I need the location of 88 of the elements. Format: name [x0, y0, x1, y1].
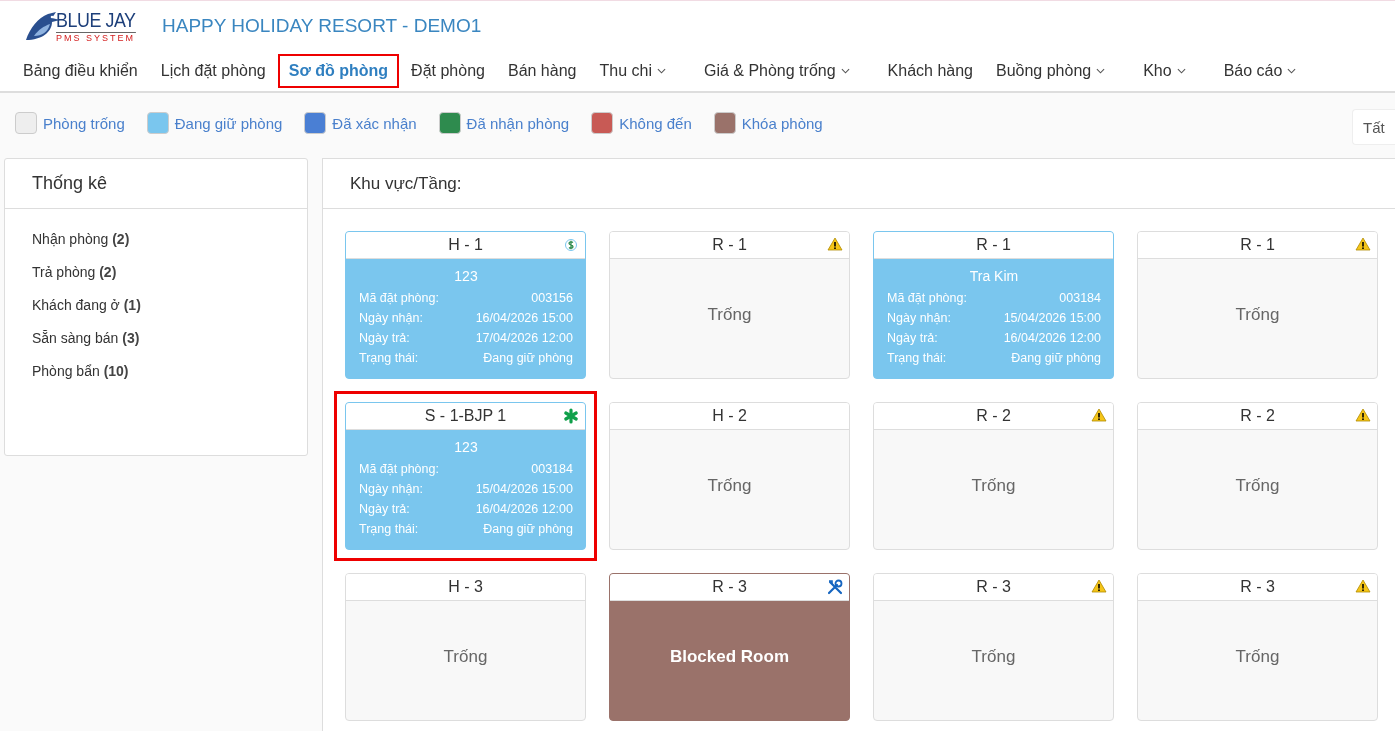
- room-card[interactable]: R - 1 Tra Kim Mã đặt phòng: 003184 Ngày nhận: 15/04/2026 15:00 Ngày trả: 16/04/2026 12:00 Trạng thái: Đang giữ phòng: [873, 231, 1114, 379]
- detail-label: Mã đặt phòng:: [359, 290, 439, 307]
- nav-item[interactable]: Khách hàng: [876, 54, 984, 88]
- room-name: R - 1: [1240, 236, 1275, 254]
- room-name: R - 1: [712, 236, 747, 254]
- room-status: Trống: [1235, 646, 1280, 667]
- room-name: R - 3: [712, 578, 747, 596]
- legend-label: Đã xác nhận: [332, 114, 417, 132]
- legend-label: Phòng trống: [43, 114, 125, 132]
- room-card[interactable]: R - 1 Trống: [1137, 231, 1378, 379]
- detail-value: Đang giữ phòng: [483, 521, 573, 538]
- detail-value: 16/04/2026 12:00: [475, 501, 573, 518]
- detail-label: Trạng thái:: [359, 521, 419, 538]
- room-status: Trống: [1235, 304, 1280, 325]
- detail-value: 15/04/2026 15:00: [475, 481, 573, 498]
- detail-label: Ngày trả:: [359, 501, 410, 518]
- nav-item[interactable]: Sơ đồ phòng: [277, 54, 400, 88]
- stat-link[interactable]: Phòng bẩn (10): [32, 363, 307, 379]
- detail-value: 17/04/2026 12:00: [475, 330, 573, 347]
- detail-value: 003156: [531, 290, 573, 307]
- logo-name: BLUE JAY: [56, 8, 136, 33]
- room-card[interactable]: R - 3 Blocked Room: [609, 573, 850, 721]
- detail-label: Trạng thái:: [359, 350, 419, 367]
- room-name: R - 3: [1240, 578, 1275, 596]
- detail-value: 16/04/2026 12:00: [1003, 330, 1101, 347]
- room-status: Blocked Room: [670, 646, 789, 667]
- stat-link[interactable]: Nhận phòng (2): [32, 231, 307, 247]
- detail-label: Trạng thái:: [887, 350, 947, 367]
- room-name: R - 1: [976, 236, 1011, 254]
- guest-name: 123: [453, 268, 479, 284]
- room-name: R - 2: [976, 407, 1011, 425]
- nav-item[interactable]: Lịch đặt phòng: [149, 54, 277, 88]
- stat-link[interactable]: Trả phòng (2): [32, 264, 307, 280]
- logo-tagline: PMS SYSTEM: [56, 33, 136, 44]
- nav-item[interactable]: Báo cáo: [1212, 54, 1308, 88]
- nav-item[interactable]: Đặt phòng: [400, 54, 496, 88]
- room-name: S - 1-BJP 1: [424, 407, 507, 425]
- stat-link[interactable]: Sẵn sàng bán (3): [32, 330, 307, 346]
- room-card[interactable]: R - 2 Trống: [1137, 402, 1378, 550]
- detail-label: Ngày trả:: [359, 330, 410, 347]
- room-card[interactable]: R - 2 Trống: [873, 402, 1114, 550]
- detail-value: Đang giữ phòng: [483, 350, 573, 367]
- detail-value: 003184: [531, 461, 573, 478]
- legend-label: Khóa phòng: [741, 114, 823, 132]
- nav-item[interactable]: Buồng phòng: [985, 54, 1117, 88]
- detail-value: 15/04/2026 15:00: [1003, 310, 1101, 327]
- room-card[interactable]: R - 3 Trống: [1137, 573, 1378, 721]
- room-name: H - 1: [448, 236, 483, 254]
- detail-value: Đang giữ phòng: [1011, 350, 1101, 367]
- nav-item[interactable]: Bảng điều khiển: [12, 54, 149, 88]
- room-status: Trống: [707, 475, 752, 496]
- nav-item[interactable]: Thu chi: [588, 54, 677, 88]
- room-card[interactable]: H - 1 123 Mã đặt phòng: 003156 Ngày nhận: 16/04/2026 15:00 Ngày trả: 17/04/2026 12:00 Trạng thái: Đang giữ phòng: [345, 231, 586, 379]
- room-card[interactable]: R - 3 Trống: [873, 573, 1114, 721]
- room-status: Trống: [1235, 475, 1280, 496]
- guest-name: Tra Kim: [968, 268, 1020, 284]
- guest-name: 123: [453, 439, 479, 455]
- room-name: R - 2: [1240, 407, 1275, 425]
- room-status: Trống: [971, 475, 1016, 496]
- detail-label: Ngày nhận:: [359, 481, 423, 498]
- room-name: H - 2: [712, 407, 747, 425]
- detail-label: Ngày trả:: [887, 330, 938, 347]
- hotel-title: HAPPY HOLIDAY RESORT - DEMO1: [162, 15, 482, 37]
- room-name: H - 3: [448, 578, 483, 596]
- room-card[interactable]: H - 3 Trống: [345, 573, 586, 721]
- detail-value: 003184: [1059, 290, 1101, 307]
- legend-label: Đã nhận phòng: [466, 114, 570, 132]
- stat-link[interactable]: Khách đang ở (1): [32, 297, 307, 313]
- nav-item[interactable]: Bán hàng: [496, 54, 588, 88]
- nav-item[interactable]: Giá & Phòng trống: [692, 54, 861, 88]
- filter-field[interactable]: Tất: [1352, 109, 1395, 145]
- detail-label: Ngày nhận:: [359, 310, 423, 327]
- room-card[interactable]: S - 1-BJP 1 123 Mã đặt phòng: 003184 Ngày nhận: 15/04/2026 15:00 Ngày trả: 16/04/2026 12:00 Trạng thái: Đang giữ phòng: [345, 402, 586, 550]
- room-name: R - 3: [976, 578, 1011, 596]
- room-status: Trống: [971, 646, 1016, 667]
- detail-label: Mã đặt phòng:: [359, 461, 439, 478]
- panel-title: Khu vực/Tầng:: [350, 173, 462, 194]
- legend-label: Không đến: [619, 114, 692, 132]
- room-card[interactable]: R - 1 Trống: [609, 231, 850, 379]
- room-status: Trống: [707, 304, 752, 325]
- detail-value: 16/04/2026 15:00: [475, 310, 573, 327]
- panel-title: Thống kê: [32, 173, 108, 194]
- nav-item[interactable]: Kho: [1132, 54, 1197, 88]
- legend-label: Đang giữ phòng: [174, 114, 283, 132]
- detail-label: Mã đặt phòng:: [887, 290, 967, 307]
- detail-label: Ngày nhận:: [887, 310, 951, 327]
- room-status: Trống: [443, 646, 488, 667]
- room-card[interactable]: H - 2 Trống: [609, 402, 850, 550]
